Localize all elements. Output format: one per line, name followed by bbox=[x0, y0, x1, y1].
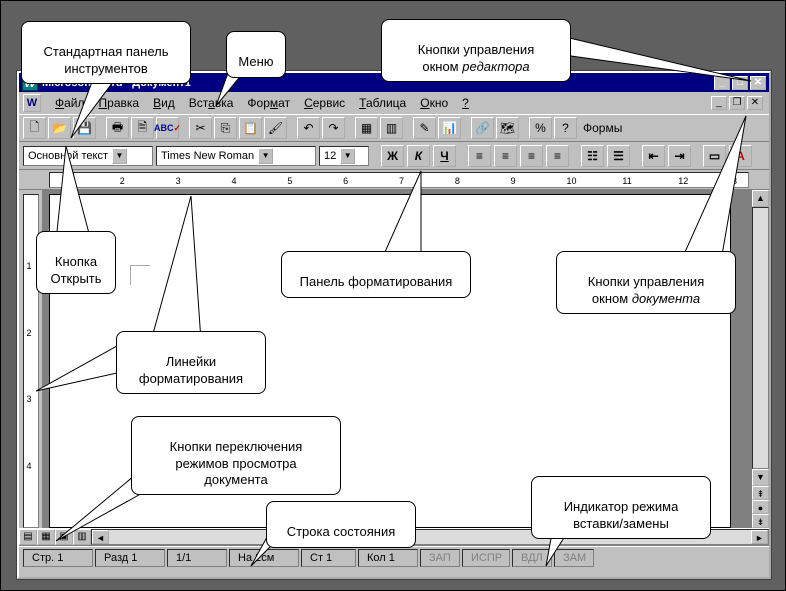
normal-view-button[interactable]: ▤ bbox=[19, 529, 37, 545]
decrease-indent-button[interactable]: ⇤ bbox=[642, 145, 665, 167]
redo-button[interactable]: ↷ bbox=[322, 117, 345, 139]
chevron-down-icon[interactable]: ▼ bbox=[258, 148, 273, 164]
scroll-down-button[interactable]: ▼ bbox=[752, 469, 769, 486]
copy-button[interactable]: ⎘ bbox=[214, 117, 237, 139]
hyperlink-button[interactable]: 🔗 bbox=[471, 117, 494, 139]
browse-object-button[interactable]: ● bbox=[752, 500, 769, 514]
status-trk[interactable]: ИСПР bbox=[462, 549, 510, 567]
menu-window[interactable]: Окно bbox=[414, 94, 454, 112]
increase-indent-button[interactable]: ⇥ bbox=[668, 145, 691, 167]
doc-icon[interactable]: W bbox=[23, 94, 41, 112]
callout-menu: Меню bbox=[226, 31, 286, 78]
size-combo[interactable]: 12 ▼ bbox=[319, 146, 369, 166]
align-center-button[interactable]: ≡ bbox=[494, 145, 517, 167]
chart-button[interactable]: 📊 bbox=[438, 117, 461, 139]
callout-rulers: Линейки форматирования bbox=[116, 331, 266, 394]
menu-table[interactable]: Таблица bbox=[353, 94, 412, 112]
align-left-button[interactable]: ≡ bbox=[468, 145, 491, 167]
prev-page-button[interactable]: ⇞ bbox=[752, 486, 769, 500]
align-justify-button[interactable]: ≡ bbox=[546, 145, 569, 167]
underline-button[interactable]: Ч bbox=[433, 145, 456, 167]
undo-button[interactable]: ↶ bbox=[297, 117, 320, 139]
callout-ovr-indicator: Индикатор режима вставки/замены bbox=[531, 476, 711, 539]
insert-table-button[interactable]: ▦ bbox=[355, 117, 378, 139]
bold-button[interactable]: Ж bbox=[381, 145, 404, 167]
menu-help[interactable]: ? bbox=[456, 94, 475, 112]
callout-doc-buttons: Кнопки управления окном документа bbox=[556, 251, 736, 314]
status-rec[interactable]: ЗАП bbox=[420, 549, 460, 567]
open-button[interactable]: 📂 bbox=[48, 117, 71, 139]
scroll-right-button[interactable]: ► bbox=[751, 530, 768, 544]
drawing-button[interactable]: ✎ bbox=[413, 117, 436, 139]
menu-tools[interactable]: Сервис bbox=[298, 94, 351, 112]
status-section: Разд 1 bbox=[95, 549, 165, 567]
size-value: 12 bbox=[324, 150, 336, 162]
zoom-button[interactable]: % bbox=[529, 117, 552, 139]
format-painter-button[interactable]: 🖌 bbox=[264, 117, 287, 139]
bulleted-list-button[interactable]: ☰ bbox=[607, 145, 630, 167]
next-page-button[interactable]: ⇟ bbox=[752, 514, 769, 528]
font-combo[interactable]: Times New Roman ▼ bbox=[156, 146, 316, 166]
help-button[interactable]: ? bbox=[554, 117, 577, 139]
columns-button[interactable]: ▥ bbox=[380, 117, 403, 139]
italic-button[interactable]: К bbox=[407, 145, 430, 167]
web-view-button[interactable]: ▦ bbox=[37, 529, 55, 545]
callout-open-button: Кнопка Открыть bbox=[36, 231, 116, 294]
forms-label: Формы bbox=[579, 121, 626, 135]
new-button[interactable]: 🗋 bbox=[23, 117, 46, 139]
callout-view-modes: Кнопки переключения режимов просмотра до… bbox=[131, 416, 341, 495]
callout-std-toolbar: Стандартная панель инструментов bbox=[21, 21, 191, 84]
font-value: Times New Roman bbox=[161, 150, 254, 162]
cut-button[interactable]: ✂ bbox=[189, 117, 212, 139]
formatting-toolbar: Основной текст ▼ Times New Roman ▼ 12 ▼ … bbox=[19, 142, 769, 170]
numbered-list-button[interactable]: ☷ bbox=[581, 145, 604, 167]
callout-status-bar: Строка состояния bbox=[266, 501, 416, 548]
align-right-button[interactable]: ≡ bbox=[520, 145, 543, 167]
doc-map-button[interactable]: 🗺 bbox=[496, 117, 519, 139]
paste-button[interactable]: 📋 bbox=[239, 117, 262, 139]
margin-indicator bbox=[130, 265, 150, 285]
status-line: Ст 1 bbox=[301, 549, 356, 567]
chevron-down-icon[interactable]: ▼ bbox=[340, 148, 355, 164]
callout-formatting-panel: Панель форматирования bbox=[281, 251, 471, 298]
status-bar: Стр. 1 Разд 1 1/1 На 2см Ст 1 Кол 1 ЗАП … bbox=[19, 546, 769, 568]
status-col: Кол 1 bbox=[358, 549, 418, 567]
status-pages: 1/1 bbox=[167, 549, 227, 567]
callout-editor-buttons: Кнопки управления окном редактора bbox=[381, 19, 571, 82]
status-page: Стр. 1 bbox=[23, 549, 93, 567]
